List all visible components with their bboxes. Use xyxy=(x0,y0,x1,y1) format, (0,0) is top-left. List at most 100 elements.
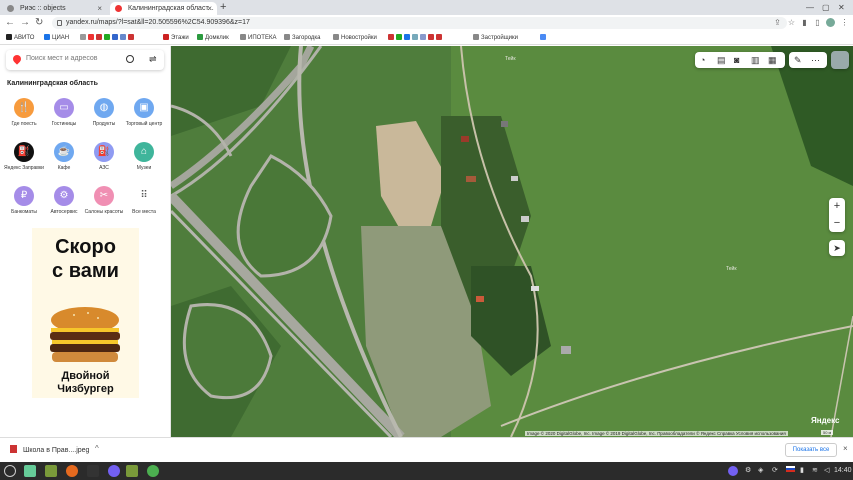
map-imagery xyxy=(171,46,853,437)
close-icon[interactable]: × xyxy=(207,2,212,15)
show-desktop-icon[interactable] xyxy=(24,465,36,477)
zoom-out-button[interactable]: − xyxy=(829,215,845,232)
extensions-icon[interactable]: ▮ xyxy=(800,18,809,27)
updates-icon[interactable]: ⟳ xyxy=(772,465,778,477)
share-icon[interactable]: ⇪ xyxy=(773,18,782,27)
tab-ries[interactable]: Риэс :: objects × xyxy=(2,2,107,15)
sidebar: Поиск мест и адресов ⇌ Калининградская о… xyxy=(0,46,171,437)
close-icon[interactable]: × xyxy=(843,444,848,453)
wifi-icon[interactable]: ≋ xyxy=(812,465,818,477)
firefox-icon[interactable] xyxy=(66,465,78,477)
new-tab-button[interactable]: + xyxy=(220,1,226,13)
category-icon: ☕ xyxy=(54,142,74,162)
category-item[interactable]: ₽ Банкоматы xyxy=(4,186,44,215)
yandex-logo: Яндекс xyxy=(811,416,840,425)
category-item[interactable]: ⛽ Яндекс Заправки xyxy=(4,142,44,171)
clock[interactable]: 14:40 xyxy=(834,465,852,477)
volume-icon[interactable]: ◁ xyxy=(824,465,829,477)
category-icon: 🍴 xyxy=(14,98,34,118)
bookmarks-bar: АВИТО ЦИАН Этажи Домклик ИПОТЕКА Загород… xyxy=(0,31,853,45)
shield-icon[interactable]: ◈ xyxy=(758,465,763,477)
search-icon[interactable] xyxy=(126,55,134,63)
sidepanel-icon[interactable]: ▯ xyxy=(813,18,822,27)
search-input[interactable]: Поиск мест и адресов xyxy=(26,55,98,62)
close-icon[interactable]: × xyxy=(97,2,102,15)
bookmark-cian[interactable]: ЦИАН xyxy=(44,33,69,43)
pin-icon xyxy=(11,53,23,65)
category-label: Где поесть xyxy=(11,121,37,127)
url-field[interactable]: yandex.ru/maps/?l=sat&ll=20.505596%2C54.… xyxy=(52,17,787,29)
avatar[interactable] xyxy=(826,18,835,27)
chevron-up-icon[interactable]: ^ xyxy=(95,444,99,453)
category-item[interactable]: ☕ Кафе xyxy=(44,142,84,171)
lock-icon xyxy=(57,20,62,26)
show-all-button[interactable]: Показать все xyxy=(785,443,837,457)
battery-icon[interactable]: ▮ xyxy=(800,465,804,477)
search-box[interactable]: Поиск мест и адресов ⇌ xyxy=(6,50,164,70)
more-icon[interactable]: ⋯ xyxy=(811,52,820,68)
parking-icon[interactable]: ▦ xyxy=(768,52,777,68)
bookmark-domclick[interactable]: Домклик xyxy=(197,33,229,43)
start-menu-icon[interactable] xyxy=(4,465,16,477)
ruler-icon[interactable]: ✎ xyxy=(794,52,802,68)
transport-icon[interactable]: ◔ xyxy=(700,52,705,68)
ad-banner[interactable]: Скоро с вами Двойной Чизбургер xyxy=(32,228,139,398)
menu-icon[interactable]: ⋮ xyxy=(840,18,849,27)
tools-buttons: ✎ ⋯ xyxy=(789,52,827,68)
bookmark-zagorodka[interactable]: Загородка xyxy=(284,33,321,43)
bookmark-avito[interactable]: АВИТО xyxy=(6,33,34,43)
panorama-icon[interactable]: ▤ xyxy=(717,52,726,68)
reload-icon[interactable]: ↻ xyxy=(35,16,43,30)
bookmark-more-icons[interactable] xyxy=(388,33,444,43)
category-item[interactable]: ⌂ Музеи xyxy=(124,142,164,171)
language-flag-icon[interactable] xyxy=(786,465,795,477)
back-icon[interactable]: ← xyxy=(5,16,15,30)
bookmark-icons[interactable] xyxy=(80,33,136,43)
minimize-icon[interactable]: — xyxy=(806,0,814,15)
bookmark-extra[interactable] xyxy=(540,33,548,43)
category-item[interactable]: ⠿ Все места xyxy=(124,186,164,215)
category-label: Салоны красоты xyxy=(84,209,124,215)
category-item[interactable]: ⛽ АЗС xyxy=(84,142,124,171)
bookmark-etazhi[interactable]: Этажи xyxy=(163,33,189,43)
close-window-icon[interactable]: ✕ xyxy=(838,0,845,15)
folder-icon[interactable] xyxy=(126,465,138,477)
download-item[interactable]: Школа в Прав....jpeg xyxy=(10,445,89,454)
zoom-controls: + − xyxy=(829,198,845,232)
viber-tray-icon[interactable] xyxy=(728,466,738,476)
category-icon: ⌂ xyxy=(134,142,154,162)
star-icon[interactable]: ☆ xyxy=(787,18,796,27)
camera-icon[interactable]: ◙ xyxy=(734,52,739,68)
bookmark-zastroyshiki[interactable]: Застройщики xyxy=(473,33,518,43)
layer-buttons: ◔ ▤ ◙ ▥ ▦ xyxy=(695,52,785,68)
category-icon: ▣ xyxy=(134,98,154,118)
route-icon[interactable]: ⇌ xyxy=(149,54,157,65)
network-icon[interactable]: ⚙ xyxy=(745,465,751,477)
bookmark-ipoteka[interactable]: ИПОТЕКА xyxy=(240,33,276,43)
tab-yandex-maps[interactable]: Калининградская област... × xyxy=(110,2,217,15)
bookmark-novostroyki[interactable]: Новостройки xyxy=(333,33,377,43)
ad-line3: Двойной xyxy=(61,370,110,382)
terminal-icon[interactable] xyxy=(87,465,99,477)
file-manager-icon[interactable] xyxy=(45,465,57,477)
forward-icon[interactable]: → xyxy=(20,16,30,30)
satellite-map[interactable]: Тейк Тейк ◔ ▤ ◙ ▥ ▦ ✎ ⋯ + − ➤ Яндекс 50 … xyxy=(171,46,853,437)
bus-icon[interactable]: ▥ xyxy=(751,52,760,68)
zoom-in-button[interactable]: + xyxy=(829,198,845,215)
category-item[interactable]: ▣ Торговый центр xyxy=(124,98,164,127)
region-title: Калининградская область xyxy=(7,80,98,87)
maximize-icon[interactable]: ▢ xyxy=(822,0,830,15)
viber-icon[interactable] xyxy=(108,465,120,477)
user-avatar[interactable] xyxy=(831,51,849,69)
chrome-icon[interactable] xyxy=(147,465,159,477)
category-icon: ⚙ xyxy=(54,186,74,206)
category-item[interactable]: ⚙ Автосервис xyxy=(44,186,84,215)
geolocation-button[interactable]: ➤ xyxy=(829,240,845,256)
category-item[interactable]: 🍴 Где поесть xyxy=(4,98,44,127)
category-item[interactable]: ◍ Продукты xyxy=(84,98,124,127)
category-item[interactable]: ▭ Гостиницы xyxy=(44,98,84,127)
category-item[interactable]: ✂ Салоны красоты xyxy=(84,186,124,215)
tab-label: Калининградская област... xyxy=(128,5,214,12)
map-copyright[interactable]: Image © 2020 DigitalGlobe, Inc. Image © … xyxy=(525,431,788,436)
address-bar-row: ← → ↻ yandex.ru/maps/?l=sat&ll=20.505596… xyxy=(0,15,853,31)
